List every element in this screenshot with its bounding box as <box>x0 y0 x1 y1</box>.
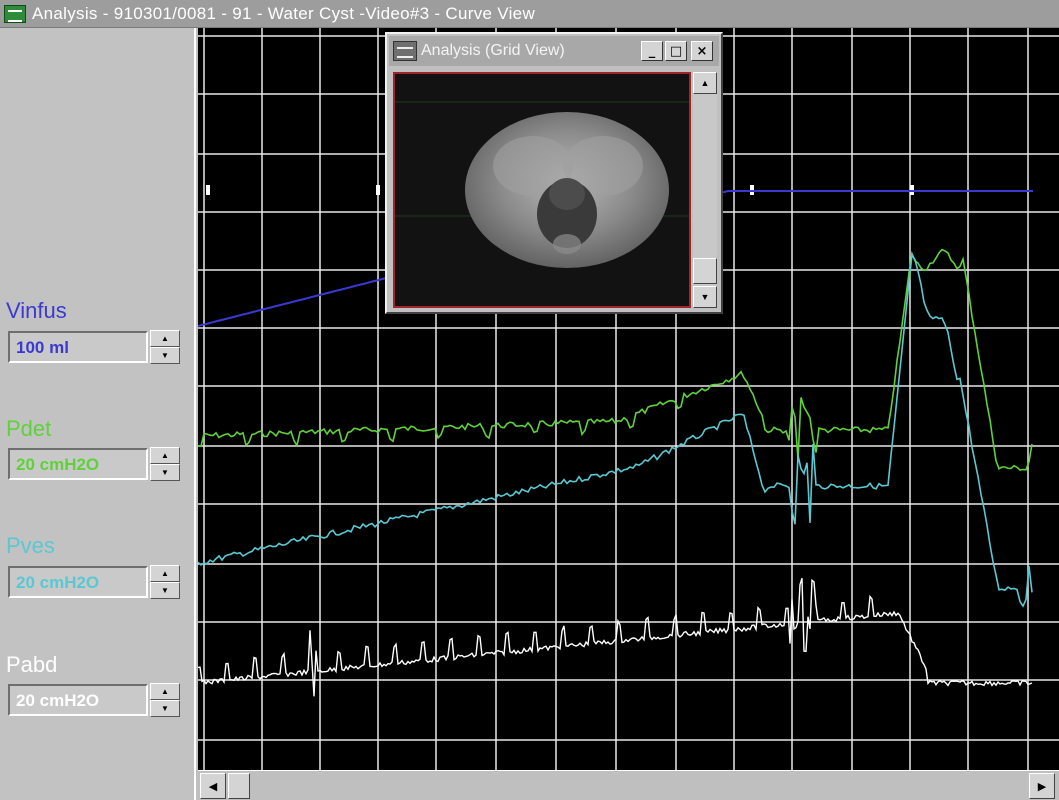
channel-label-vinfus: Vinfus <box>6 298 67 323</box>
trace-pabd <box>198 577 1033 697</box>
grid-view-window[interactable]: Analysis (Grid View) _ □ × ▲ ▼ <box>385 32 723 314</box>
spin-up-icon[interactable]: ▲ <box>150 447 180 464</box>
scale-spinner-vinfus[interactable]: ▲ ▼ <box>150 330 180 364</box>
scroll-thumb[interactable] <box>693 258 717 284</box>
event-marker <box>376 185 380 195</box>
spin-down-icon[interactable]: ▼ <box>150 464 180 481</box>
scale-spinner-pdet[interactable]: ▲ ▼ <box>150 447 180 481</box>
scroll-down-icon[interactable]: ▼ <box>693 286 717 308</box>
spin-up-icon[interactable]: ▲ <box>150 683 180 700</box>
channel-panel: Vinfus 100 ml ▲ ▼ Pdet 20 cmH2O ▲ ▼ Pves… <box>0 28 196 800</box>
scale-spinner-pabd[interactable]: ▲ ▼ <box>150 683 180 717</box>
spin-up-icon[interactable]: ▲ <box>150 565 180 582</box>
scroll-up-icon[interactable]: ▲ <box>693 72 717 94</box>
graph-icon <box>393 41 417 61</box>
graph-icon <box>4 4 26 23</box>
maximize-button[interactable]: □ <box>665 41 687 61</box>
scroll-left-icon[interactable]: ◀ <box>200 773 226 799</box>
spin-down-icon[interactable]: ▼ <box>150 582 180 599</box>
channel-label-pdet: Pdet <box>6 416 52 441</box>
spin-down-icon[interactable]: ▼ <box>150 347 180 364</box>
grid-view-titlebar[interactable]: Analysis (Grid View) _ □ × <box>389 36 719 66</box>
fluoroscopy-image-icon <box>395 74 689 306</box>
channel-scale-vinfus[interactable]: 100 ml <box>8 331 148 363</box>
spin-up-icon[interactable]: ▲ <box>150 330 180 347</box>
channel-label-pabd: Pabd <box>6 652 58 677</box>
channel-label-pves: Pves <box>6 533 55 558</box>
horizontal-scrollbar[interactable]: ◀ ▶ <box>198 770 1059 800</box>
minimize-button[interactable]: _ <box>641 41 663 61</box>
grid-view-title: Analysis (Grid View) <box>421 42 565 59</box>
scroll-right-icon[interactable]: ▶ <box>1029 773 1055 799</box>
window-titlebar[interactable]: Analysis - 910301/0081 - 91 - Water Cyst… <box>0 0 1059 28</box>
channel-scale-pves[interactable]: 20 cmH2O <box>8 566 148 598</box>
grid-view-vertical-scrollbar[interactable]: ▲ ▼ <box>693 72 717 308</box>
scale-spinner-pves[interactable]: ▲ ▼ <box>150 565 180 599</box>
window-title: Analysis - 910301/0081 - 91 - Water Cyst… <box>32 3 536 23</box>
event-marker <box>206 185 210 195</box>
scroll-thumb[interactable] <box>228 773 250 799</box>
channel-scale-pdet[interactable]: 20 cmH2O <box>8 448 148 480</box>
fluoroscopy-image <box>393 72 691 308</box>
spin-down-icon[interactable]: ▼ <box>150 700 180 717</box>
channel-scale-pabd[interactable]: 20 cmH2O <box>8 684 148 716</box>
close-button[interactable]: × <box>691 41 713 61</box>
